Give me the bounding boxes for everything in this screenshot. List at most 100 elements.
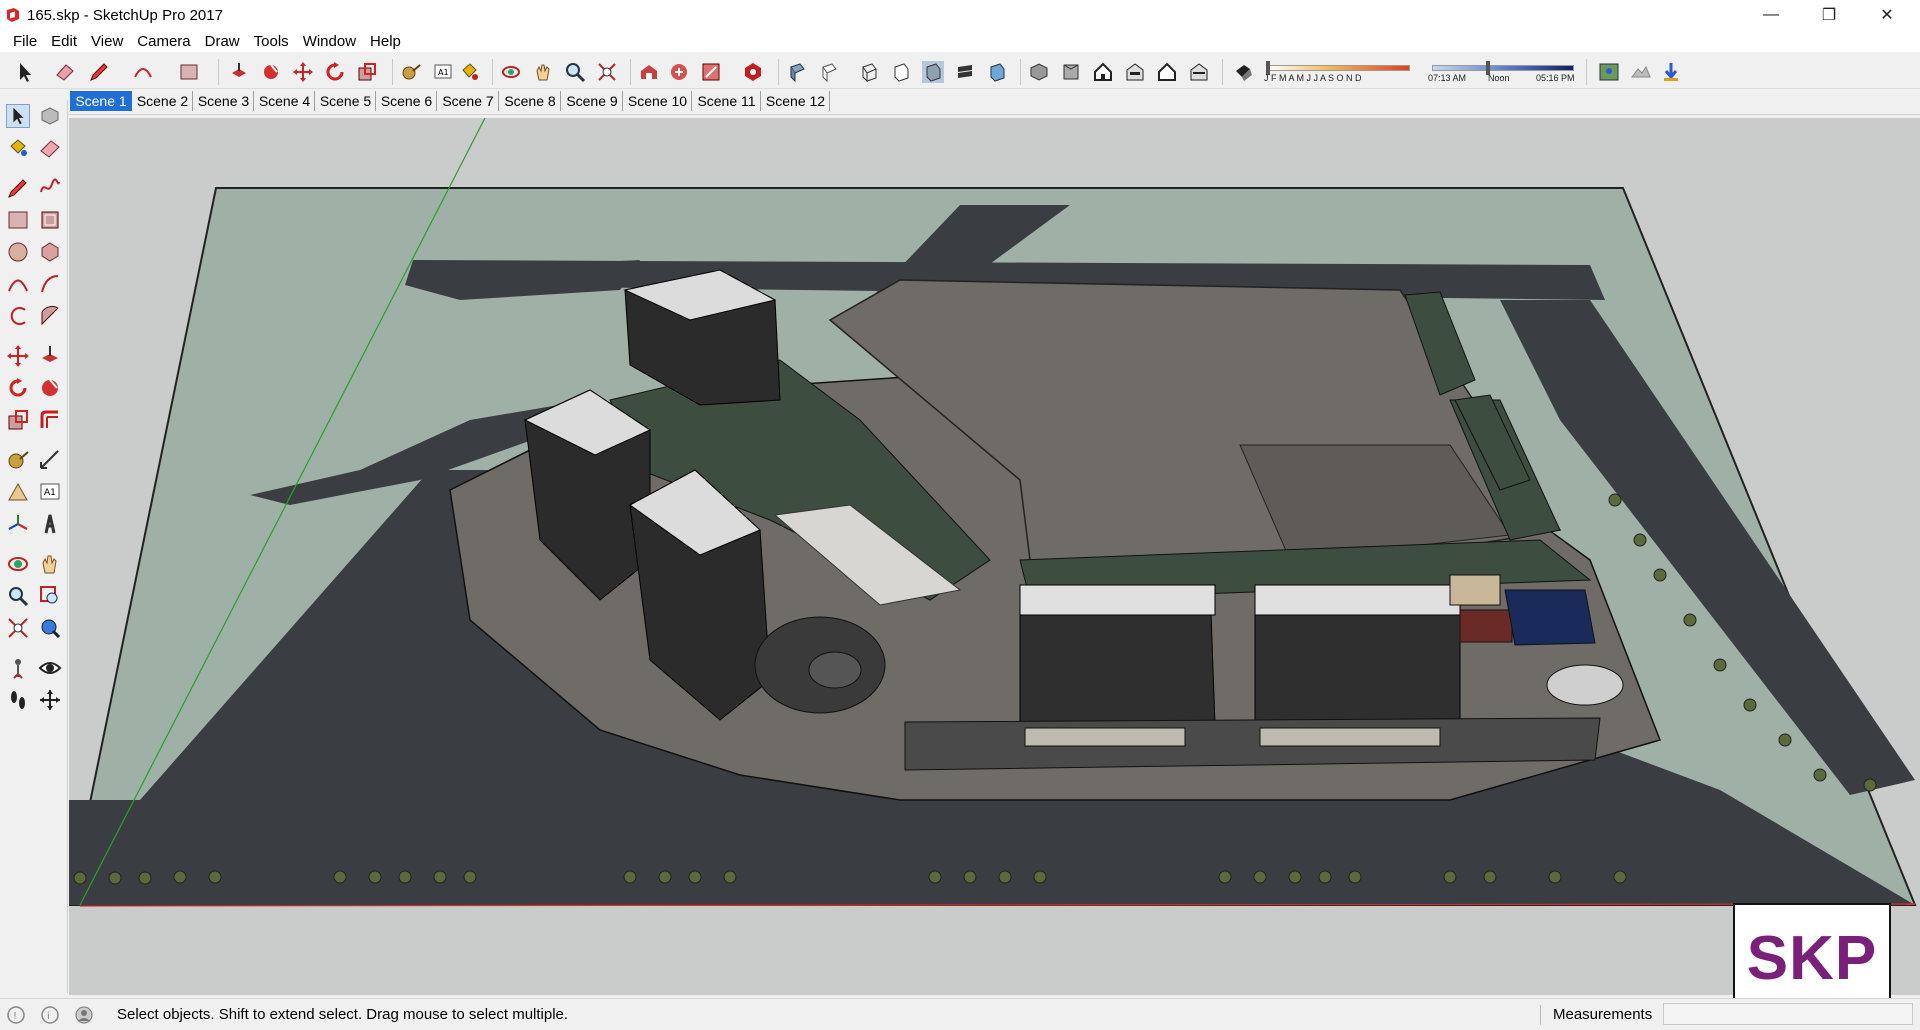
pie-tool-icon[interactable]	[38, 304, 62, 328]
geolocation-icon[interactable]: !	[6, 1005, 26, 1025]
freehand-tool-icon[interactable]	[38, 176, 62, 200]
share-component-icon[interactable]	[700, 61, 722, 83]
walk-footprints-icon[interactable]	[6, 688, 30, 712]
zoom-extents-icon[interactable]	[596, 61, 618, 83]
protractor-tool-icon[interactable]	[6, 480, 30, 504]
eraser-icon[interactable]	[54, 61, 76, 83]
orbit-tool-icon[interactable]	[6, 552, 30, 576]
push-pull-icon[interactable]	[228, 61, 250, 83]
tab-scene-12[interactable]: Scene 12	[762, 91, 830, 111]
restore-button[interactable]: ❐	[1806, 0, 1852, 30]
select-arrow-icon[interactable]	[14, 61, 36, 83]
menu-view[interactable]: View	[84, 33, 130, 50]
scale-tool-icon[interactable]	[6, 408, 30, 432]
credits-icon[interactable]: i	[40, 1005, 60, 1025]
section-plane-icon[interactable]	[38, 688, 62, 712]
two-point-arc-icon[interactable]	[38, 272, 62, 296]
right-view-icon[interactable]	[1124, 61, 1146, 83]
text-tool-icon[interactable]: A1	[38, 480, 62, 504]
follow-me-tool-icon[interactable]	[38, 376, 62, 400]
tab-scene-3[interactable]: Scene 3	[194, 91, 254, 111]
share-model-icon[interactable]	[668, 61, 690, 83]
tab-scene-7[interactable]: Scene 7	[438, 91, 499, 111]
iso-view-icon[interactable]	[1028, 61, 1050, 83]
monochrome-style-icon[interactable]	[986, 61, 1008, 83]
tab-scene-1[interactable]: Scene 1	[70, 91, 132, 111]
rotate-icon[interactable]	[324, 61, 346, 83]
menu-file[interactable]: File	[6, 33, 44, 50]
user-account-icon[interactable]	[74, 1005, 94, 1025]
hidden-line-style-icon[interactable]	[890, 61, 912, 83]
paint-bucket-tool-icon[interactable]	[6, 136, 30, 160]
photo-textures-icon[interactable]	[1660, 61, 1682, 83]
shadow-month-slider[interactable]: J F M A M J J A S O N D	[1264, 61, 1414, 83]
tape-measure-icon[interactable]	[400, 61, 422, 83]
drawing-viewport[interactable]	[69, 118, 1920, 995]
tab-scene-6[interactable]: Scene 6	[377, 91, 437, 111]
tab-scene-2[interactable]: Scene 2	[133, 91, 193, 111]
add-location-icon[interactable]	[1598, 61, 1620, 83]
menu-edit[interactable]: Edit	[44, 33, 84, 50]
shaded-style-icon[interactable]	[922, 61, 944, 83]
menu-help[interactable]: Help	[363, 33, 408, 50]
tab-scene-8[interactable]: Scene 8	[500, 91, 561, 111]
toggle-terrain-icon[interactable]	[1630, 61, 1652, 83]
tab-scene-11[interactable]: Scene 11	[693, 91, 761, 111]
zoom-tool-icon[interactable]	[6, 584, 30, 608]
pan-icon[interactable]	[532, 61, 554, 83]
tab-scene-9[interactable]: Scene 9	[562, 91, 623, 111]
menu-draw[interactable]: Draw	[198, 33, 247, 50]
shadow-time-slider[interactable]: 07:13 AM Noon 05:16 PM	[1428, 61, 1578, 83]
paint-bucket-icon[interactable]	[458, 61, 480, 83]
tab-scene-10[interactable]: Scene 10	[624, 91, 692, 111]
polygon-tool-icon[interactable]	[38, 240, 62, 264]
pan-tool-icon[interactable]	[38, 552, 62, 576]
look-around-eye-icon[interactable]	[38, 656, 62, 680]
extension-warehouse-icon[interactable]	[742, 61, 764, 83]
move-icon[interactable]	[292, 61, 314, 83]
previous-view-icon[interactable]	[38, 616, 62, 640]
measurements-input[interactable]	[1663, 1003, 1913, 1025]
orbit-icon[interactable]	[500, 61, 522, 83]
wireframe-style-icon[interactable]	[858, 61, 880, 83]
tab-scene-4[interactable]: Scene 4	[255, 91, 315, 111]
scale-icon[interactable]	[356, 61, 378, 83]
minimize-button[interactable]: —	[1748, 0, 1794, 30]
rectangle-tool-icon[interactable]	[6, 208, 30, 232]
arc-icon[interactable]	[132, 61, 154, 83]
move-tool-icon[interactable]	[6, 344, 30, 368]
warehouse-icon[interactable]	[638, 61, 660, 83]
zoom-icon[interactable]	[564, 61, 586, 83]
rotate-tool-icon[interactable]	[6, 376, 30, 400]
tape-measure-tool-icon[interactable]	[6, 448, 30, 472]
zoom-extents-tool-icon[interactable]	[6, 616, 30, 640]
position-camera-icon[interactable]	[6, 656, 30, 680]
make-component-icon[interactable]	[38, 104, 62, 128]
shaded-textures-style-icon[interactable]	[954, 61, 976, 83]
top-view-icon[interactable]	[1060, 61, 1082, 83]
circle-tool-icon[interactable]	[6, 240, 30, 264]
offset-tool-icon[interactable]	[38, 408, 62, 432]
menu-window[interactable]: Window	[296, 33, 363, 50]
eraser-tool-icon[interactable]	[38, 136, 62, 160]
menu-tools[interactable]: Tools	[247, 33, 296, 50]
push-pull-tool-icon[interactable]	[38, 344, 62, 368]
left-view-icon[interactable]	[1188, 61, 1210, 83]
dimension-tool-icon[interactable]	[38, 448, 62, 472]
rotated-rectangle-icon[interactable]	[38, 208, 62, 232]
follow-me-icon[interactable]	[260, 61, 282, 83]
rectangle-icon[interactable]	[178, 61, 200, 83]
line-tool-icon[interactable]	[6, 176, 30, 200]
3d-text-tool-icon[interactable]	[38, 512, 62, 536]
close-button[interactable]: ✕	[1864, 0, 1910, 30]
three-point-arc-icon[interactable]	[6, 304, 30, 328]
select-tool-icon[interactable]	[6, 104, 30, 128]
axes-tool-icon[interactable]	[6, 512, 30, 536]
front-view-icon[interactable]	[1092, 61, 1114, 83]
zoom-window-tool-icon[interactable]	[38, 584, 62, 608]
back-view-icon[interactable]	[1156, 61, 1178, 83]
back-edges-style-icon[interactable]	[818, 61, 840, 83]
xray-style-icon[interactable]	[786, 61, 808, 83]
text-icon[interactable]: A1	[432, 61, 454, 83]
pencil-icon[interactable]	[88, 61, 110, 83]
